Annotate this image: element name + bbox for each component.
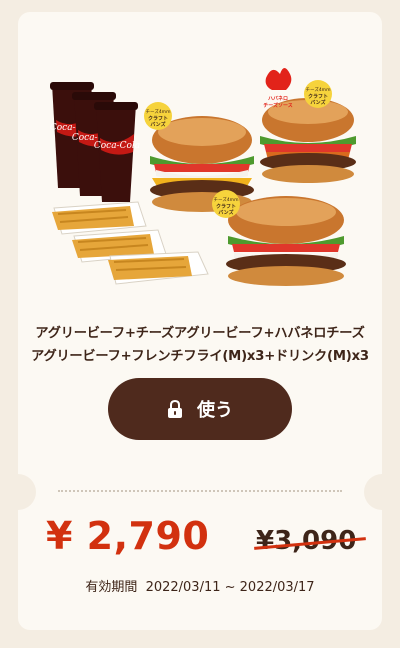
coupon-title-line-1: アグリービーフ+チーズアグリービーフ+ハバネロチーズ: [35, 326, 365, 341]
svg-text:クラフト: クラフト: [216, 203, 236, 210]
french-fries-image: [52, 201, 209, 285]
ticket-notch-right: [364, 474, 382, 510]
svg-text:チーズ4mm: チーズ4mm: [306, 86, 331, 93]
validity-range: 2022/03/11 ~ 2022/03/17: [145, 580, 315, 595]
drink-cups-image: Coca-Cola Coca-Cola Coca-Cola: [50, 82, 140, 202]
validity-period: 有効期間 2022/03/11 ~ 2022/03/17: [18, 576, 382, 595]
coupon-card: Coca-Cola Coca-Cola Coca-Cola チーズ4mm クラフ…: [18, 12, 382, 630]
svg-text:クラフト: クラフト: [308, 93, 328, 100]
svg-text:ハバネロ: ハバネロ: [268, 95, 288, 102]
svg-text:バンズ: バンズ: [218, 209, 233, 216]
svg-text:バンズ: バンズ: [310, 99, 325, 106]
product-image: Coca-Cola Coca-Cola Coca-Cola チーズ4mm クラフ…: [50, 68, 356, 286]
discount-price: ¥ 2,790: [46, 514, 210, 558]
svg-text:バンズ: バンズ: [150, 121, 165, 128]
svg-text:チーズ4mm: チーズ4mm: [214, 196, 239, 203]
coupon-divider: [58, 490, 342, 492]
coupon-title-line-2: アグリービーフ+フレンチフライ(M)x3+ドリンク(M)x3: [31, 349, 369, 364]
use-coupon-button[interactable]: 使う: [108, 378, 292, 440]
svg-text:Coca-Cola: Coca-Cola: [94, 141, 140, 151]
lock-icon: [168, 400, 182, 418]
svg-text:クラフト: クラフト: [148, 115, 168, 122]
habanero-cheese-burger-image: ハバネロ チーズソース チーズ4mm クラフト バンズ: [260, 68, 356, 183]
use-coupon-label: 使う: [197, 400, 233, 421]
ugly-beef-burger-image: チーズ4mm クラフト バンズ: [212, 190, 346, 286]
svg-text:チーズソース: チーズソース: [263, 102, 293, 109]
ugly-beef-cheese-burger-image: チーズ4mm クラフト バンズ: [144, 102, 254, 212]
svg-text:チーズ4mm: チーズ4mm: [146, 108, 171, 115]
validity-label: 有効期間: [85, 580, 138, 595]
ticket-notch-left: [18, 474, 36, 510]
